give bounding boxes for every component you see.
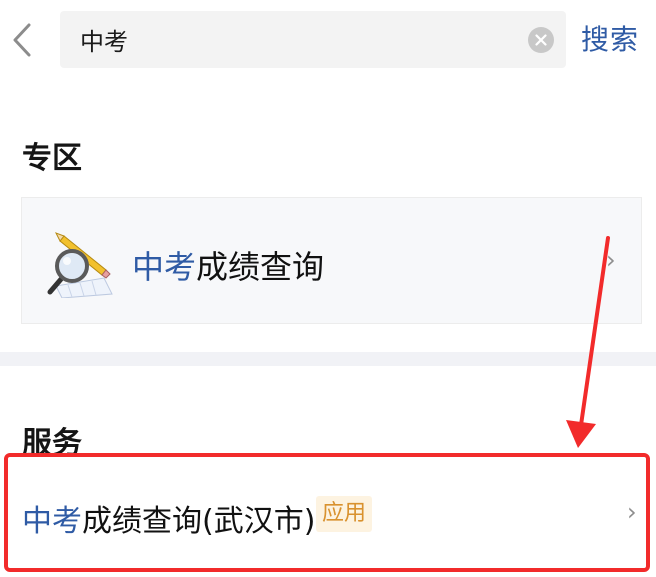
chevron-left-icon [13,23,31,57]
search-button[interactable]: 搜索 [581,18,639,58]
zone-card-label-rest: 成绩查询 [196,248,325,286]
magnifier-pencil-icon [47,232,113,298]
service-item-exam-score-wuhan[interactable]: 中考成绩查询(武汉市) 应用 › [0,470,656,562]
zone-card-label: 中考成绩查询 [132,242,324,288]
back-button[interactable] [8,20,36,60]
service-section-title: 服务 [22,426,82,461]
clear-search-button[interactable] [528,27,554,53]
zone-card-exam-score[interactable]: 中考成绩查询 › [21,197,642,324]
chevron-right-icon: › [606,246,616,274]
chevron-right-icon: › [627,498,637,526]
app-badge: 应用 [316,496,373,532]
zone-section-title: 专区 [22,141,82,176]
search-input[interactable] [80,11,520,68]
search-header: 搜索 [0,0,656,80]
keyword-highlight: 中考 [132,248,197,286]
service-item-label-rest: 成绩查询(武汉市) [82,504,316,539]
section-divider [0,352,656,366]
service-item-label: 中考成绩查询(武汉市) [22,496,315,540]
search-box [60,11,566,68]
clear-circle-icon [535,34,547,46]
keyword-highlight: 中考 [22,504,82,539]
